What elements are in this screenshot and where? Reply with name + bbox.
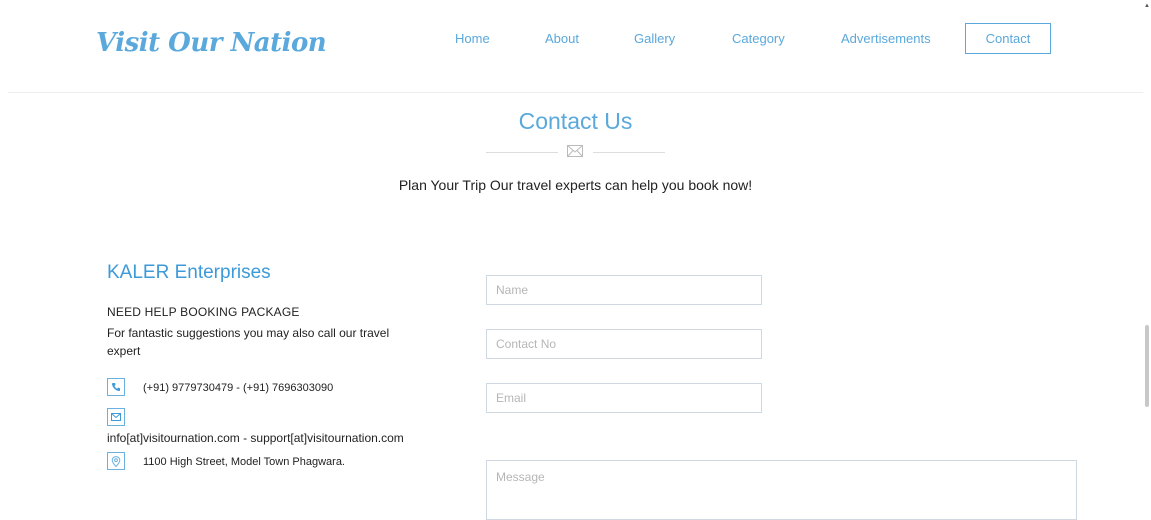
nav-about[interactable]: About — [545, 31, 579, 46]
email-field[interactable] — [486, 383, 762, 413]
message-field[interactable] — [486, 460, 1077, 520]
phone-numbers[interactable]: (+91) 9779730479 - (+91) 7696303090 — [143, 382, 333, 394]
map-pin-icon — [107, 452, 125, 470]
scrollbar-thumb[interactable] — [1145, 325, 1149, 407]
email-addresses[interactable]: info[at]visitournation.com - support[at]… — [107, 431, 404, 445]
header-divider — [8, 92, 1143, 93]
nav-contact[interactable]: Contact — [965, 23, 1051, 54]
help-heading: NEED HELP BOOKING PACKAGE — [107, 305, 300, 319]
scrollbar-up-arrow[interactable]: ▲ — [1144, 3, 1150, 9]
nav-gallery[interactable]: Gallery — [634, 31, 675, 46]
name-field[interactable] — [486, 275, 762, 305]
email-icon — [107, 408, 125, 426]
phone-icon — [107, 378, 125, 396]
nav-advertisements[interactable]: Advertisements — [841, 31, 931, 46]
address: 1100 High Street, Model Town Phagwara. — [143, 456, 345, 468]
company-name: KALER Enterprises — [107, 262, 271, 283]
page-title: Contact Us — [518, 108, 633, 134]
title-rule-left — [486, 152, 558, 153]
nav-category[interactable]: Category — [732, 31, 785, 46]
tagline: Plan Your Trip Our travel experts can he… — [398, 177, 753, 193]
help-text: For fantastic suggestions you may also c… — [107, 326, 390, 358]
envelope-icon — [567, 145, 583, 157]
title-rule-right — [593, 152, 665, 153]
contact-no-field[interactable] — [486, 329, 762, 359]
site-logo[interactable]: Visit Our Nation — [96, 28, 327, 58]
nav-home[interactable]: Home — [455, 31, 490, 46]
